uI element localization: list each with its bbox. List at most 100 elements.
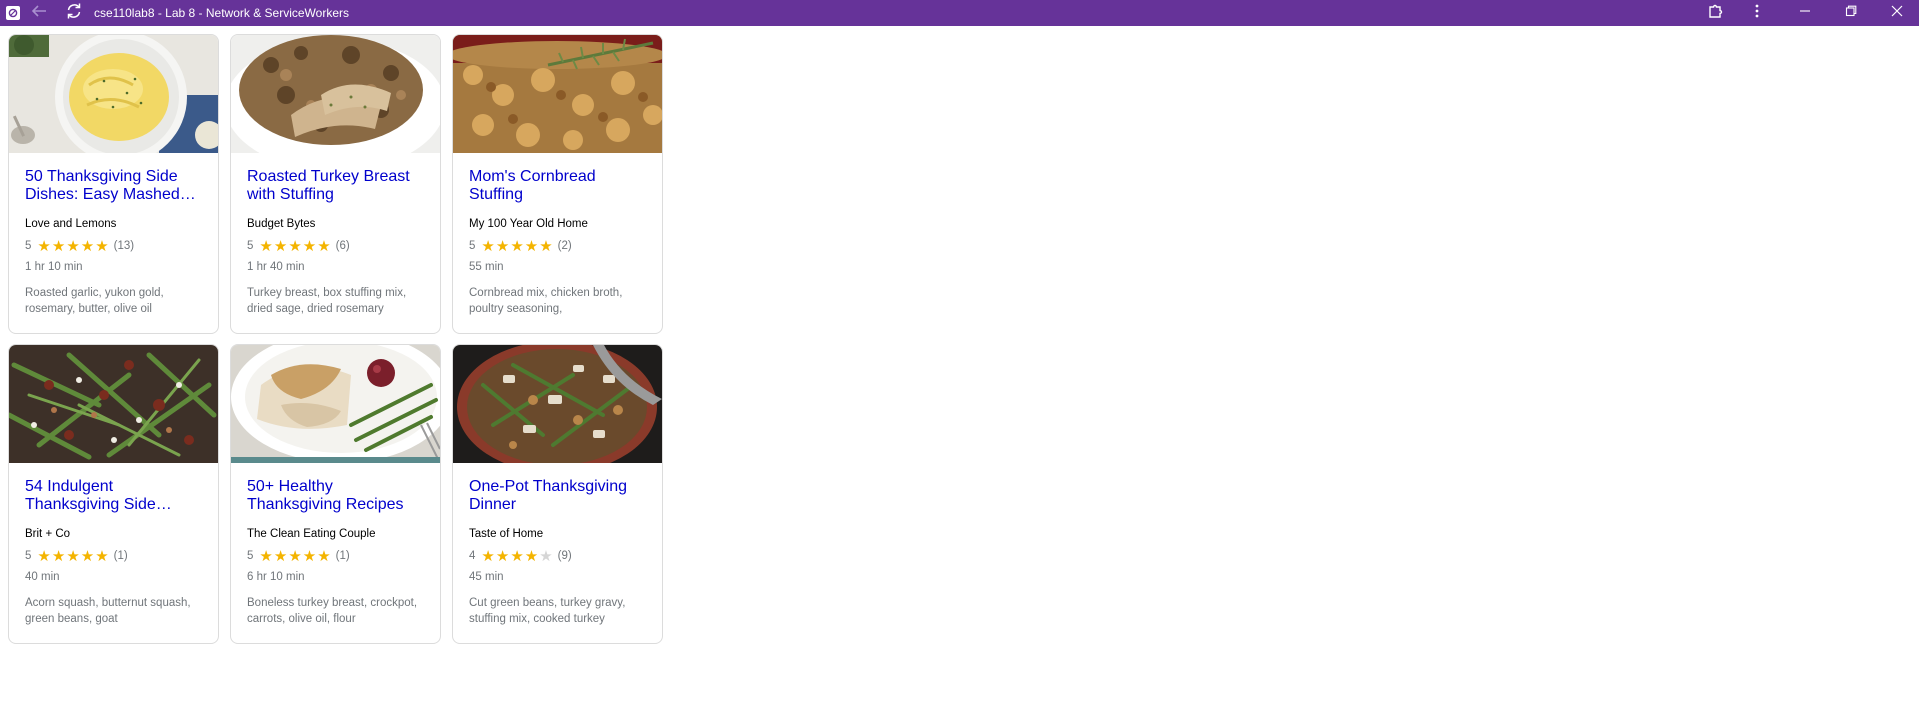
extensions-button[interactable] (1704, 0, 1728, 26)
star-icon: ★ (95, 547, 109, 565)
star-empty-icon: ★ (539, 547, 553, 565)
minimize-button[interactable] (1790, 0, 1820, 26)
recipe-card[interactable]: Mom's Cornbread Stuffing My 100 Year Old… (452, 34, 663, 334)
star-rating: ★ ★ ★ ★ ★ (259, 239, 331, 254)
recipe-ingredients: Roasted garlic, yukon gold, rosemary, bu… (25, 287, 164, 315)
close-icon (1891, 4, 1903, 22)
restore-button[interactable] (1836, 0, 1866, 26)
rating-value: 5 (247, 550, 254, 562)
recipe-card[interactable]: Roasted Turkey Breast with Stuffing Budg… (230, 34, 441, 334)
back-arrow-icon (30, 4, 48, 23)
review-count: (1) (335, 550, 350, 562)
star-icon: ★ (539, 237, 553, 255)
recipe-organization: My 100 Year Old Home (469, 218, 588, 230)
recipe-organization: Love and Lemons (25, 218, 117, 230)
star-icon: ★ (288, 547, 302, 565)
star-icon: ★ (51, 237, 66, 255)
window-title: cse110lab8 - Lab 8 - Network & ServiceWo… (94, 6, 349, 20)
app-icon[interactable] (6, 6, 20, 20)
more-menu-button[interactable] (1746, 0, 1768, 26)
review-count: (2) (557, 240, 572, 252)
recipe-image[interactable] (453, 35, 662, 153)
star-icon: ★ (37, 237, 51, 255)
back-button[interactable] (28, 0, 50, 26)
star-icon: ★ (317, 237, 331, 255)
star-icon: ★ (510, 547, 524, 565)
star-rating: ★ ★ ★ ★ ★ (37, 239, 109, 254)
recipe-image[interactable] (9, 345, 218, 463)
review-count: (13) (113, 240, 135, 252)
star-icon: ★ (495, 547, 510, 565)
star-icon: ★ (259, 547, 273, 565)
star-icon: ★ (524, 237, 539, 255)
star-rating: ★ ★ ★ ★ ★ (481, 549, 553, 564)
recipe-card[interactable]: One-Pot Thanksgiving Dinner Taste of Hom… (452, 344, 663, 644)
star-icon: ★ (317, 547, 331, 565)
recipe-image[interactable] (231, 345, 440, 463)
recipe-title[interactable]: 50+ Healthy Thanksgiving Recipes (247, 478, 427, 514)
close-button[interactable] (1882, 0, 1912, 26)
star-icon: ★ (80, 237, 95, 255)
rating-value: 4 (469, 550, 476, 562)
recipe-organization: Budget Bytes (247, 218, 316, 230)
recipe-ingredients: Turkey breast, box stuffing mix, dried s… (247, 287, 407, 315)
rating-row: 5 ★ ★ ★ ★ ★ (1) (25, 548, 128, 564)
star-icon: ★ (302, 547, 317, 565)
recipe-image[interactable] (453, 345, 662, 463)
recipe-title[interactable]: Roasted Turkey Breast with Stuffing (247, 168, 427, 204)
recipe-time: 40 min (25, 571, 60, 583)
star-icon: ★ (259, 237, 273, 255)
recipe-image[interactable] (231, 35, 440, 153)
star-icon: ★ (495, 237, 510, 255)
rating-row: 5 ★ ★ ★ ★ ★ (6) (247, 238, 350, 254)
rating-row: 5 ★ ★ ★ ★ ★ (2) (469, 238, 572, 254)
recipe-title[interactable]: 54 Indulgent Thanksgiving Side Dishes (25, 478, 205, 514)
recipe-time: 55 min (469, 261, 504, 273)
star-icon: ★ (273, 237, 288, 255)
star-icon: ★ (51, 547, 66, 565)
recipe-title[interactable]: Mom's Cornbread Stuffing (469, 168, 649, 204)
recipe-time: 1 hr 40 min (247, 261, 305, 273)
recipe-title[interactable]: One-Pot Thanksgiving Dinner (469, 478, 649, 514)
recipe-ingredients: Boneless turkey breast, crockpot, carrot… (247, 597, 418, 625)
reload-button[interactable] (63, 0, 85, 26)
star-icon: ★ (80, 547, 95, 565)
recipe-title[interactable]: 50 Thanksgiving Side Dishes: Easy Mashed… (25, 168, 205, 204)
recipe-card[interactable]: 50 Thanksgiving Side Dishes: Easy Mashed… (8, 34, 219, 334)
star-icon: ★ (481, 237, 495, 255)
star-icon: ★ (66, 237, 80, 255)
window-title-bar: cse110lab8 - Lab 8 - Network & ServiceWo… (0, 0, 1919, 26)
star-icon: ★ (302, 237, 317, 255)
rating-value: 5 (247, 240, 254, 252)
reload-icon (65, 2, 83, 25)
recipe-image[interactable] (9, 35, 218, 153)
star-icon: ★ (510, 237, 524, 255)
star-icon: ★ (288, 237, 302, 255)
star-icon: ★ (273, 547, 288, 565)
minimize-icon (1799, 4, 1811, 22)
recipe-time: 6 hr 10 min (247, 571, 305, 583)
star-rating: ★ ★ ★ ★ ★ (259, 549, 331, 564)
recipe-time: 45 min (469, 571, 504, 583)
review-count: (6) (335, 240, 350, 252)
star-icon: ★ (37, 547, 51, 565)
recipe-ingredients: Cut green beans, turkey gravy, stuffing … (469, 597, 626, 625)
recipe-ingredients: Cornbread mix, chicken broth, poultry se… (469, 287, 623, 315)
recipe-organization: Brit + Co (25, 528, 71, 540)
star-icon: ★ (524, 547, 539, 565)
recipe-ingredients: Acorn squash, butternut squash, green be… (25, 597, 191, 625)
star-icon: ★ (95, 237, 109, 255)
review-count: (1) (113, 550, 128, 562)
star-rating: ★ ★ ★ ★ ★ (37, 549, 109, 564)
rating-value: 5 (25, 240, 32, 252)
review-count: (9) (557, 550, 572, 562)
recipe-card[interactable]: 54 Indulgent Thanksgiving Side Dishes Br… (8, 344, 219, 644)
rating-value: 5 (25, 550, 32, 562)
extensions-icon (1708, 3, 1724, 24)
star-rating: ★ ★ ★ ★ ★ (481, 239, 553, 254)
rating-row: 4 ★ ★ ★ ★ ★ (9) (469, 548, 572, 564)
recipe-card[interactable]: 50+ Healthy Thanksgiving Recipes The Cle… (230, 344, 441, 644)
star-icon: ★ (66, 547, 80, 565)
recipe-time: 1 hr 10 min (25, 261, 83, 273)
restore-icon (1845, 4, 1857, 22)
